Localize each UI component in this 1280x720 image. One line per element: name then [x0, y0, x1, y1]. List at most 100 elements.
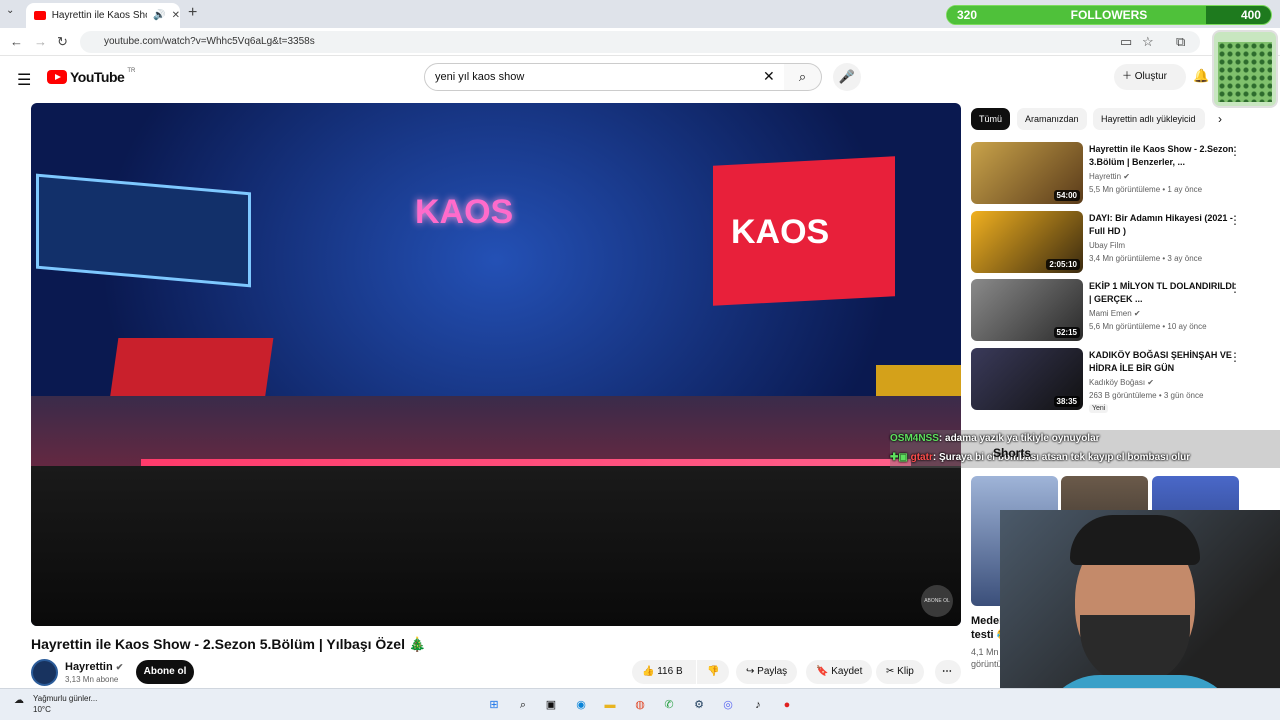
save-button[interactable]: 🔖 Kaydet: [806, 660, 873, 684]
related-channel[interactable]: Hayrettin ✔: [1089, 172, 1130, 181]
address-bar-row: ← → ↻ youtube.com/watch?v=Whhc5Vq6aLg&t=…: [0, 28, 1280, 56]
new-badge: Yeni: [1089, 404, 1109, 413]
duration-badge: 2:05:10: [1046, 259, 1080, 270]
search-button[interactable]: ⌕: [784, 63, 822, 91]
followers-label: FOLLOWERS: [1070, 8, 1148, 22]
url-field[interactable]: youtube.com/watch?v=Whhc5Vq6aLg&t=3358s: [80, 31, 1200, 53]
notifications-bell-icon[interactable]: 🔔: [1193, 68, 1209, 84]
weather-text: Yağmurlu günler...: [33, 694, 98, 703]
chat-message: OSM4NSS: adama yazık ya tikiyle oynuyola…: [890, 433, 1100, 444]
chrome-icon[interactable]: ◍: [631, 696, 649, 714]
channel-name-text: Hayrettin: [65, 661, 113, 673]
extensions-icon[interactable]: ⧉: [1176, 34, 1185, 50]
related-channel-text: Hayrettin: [1089, 172, 1122, 181]
thumbs-down-icon: 👎: [707, 666, 720, 677]
video-player[interactable]: KAOS KAOS ABONE OL: [31, 103, 961, 626]
related-title[interactable]: KADIKÖY BOĞASI ŞEHİNŞAH VE HİDRA İLE BİR…: [1089, 349, 1239, 375]
related-video[interactable]: 52:15 EKİP 1 MİLYON TL DOLANDIRILDI | GE…: [971, 279, 1261, 341]
like-count: 116 B: [657, 666, 683, 677]
logo-region: TR: [127, 68, 136, 74]
tiktok-icon[interactable]: ♪: [749, 696, 767, 714]
hamburger-menu-icon[interactable]: ☰: [17, 70, 31, 90]
chip-uploader[interactable]: Hayrettin adlı yükleyicid: [1093, 108, 1205, 130]
share-button[interactable]: ↪ Paylaş: [736, 660, 798, 684]
related-meta: 263 B görüntüleme • 3 gün önce: [1089, 391, 1204, 400]
search-input[interactable]: yeni yıl kaos show: [424, 63, 786, 91]
related-meta: 5,6 Mn görüntüleme • 10 ay önce: [1089, 322, 1207, 331]
like-button[interactable]: 👍 116 B: [632, 660, 696, 684]
tab-title: Hayrettin ile Kaos Show - 2.: [51, 10, 147, 21]
clear-search-icon[interactable]: ✕: [763, 68, 775, 85]
new-tab-icon[interactable]: +: [188, 4, 197, 22]
back-icon[interactable]: ←: [10, 34, 23, 49]
logo-text: YouTube: [70, 69, 125, 85]
dislike-button[interactable]: 👎: [697, 660, 729, 684]
stage-neon-sign: [36, 173, 251, 288]
voice-search-mic-icon[interactable]: 🎤: [833, 63, 861, 91]
thumbs-up-icon: 👍: [642, 666, 658, 677]
duration-badge: 38:35: [1053, 396, 1080, 407]
chips-next-icon[interactable]: ›: [1218, 112, 1222, 126]
weather-widget[interactable]: ☁ Yağmurlu günler... 10°C: [14, 693, 97, 715]
more-options-icon[interactable]: ⋮: [1229, 281, 1241, 295]
related-channel[interactable]: Kadıköy Boğası ✔: [1089, 378, 1154, 387]
followers-current: 320: [957, 8, 978, 22]
discord-icon[interactable]: ◎: [719, 696, 737, 714]
related-video[interactable]: 2:05:10 DAYI: Bir Adamın Hikayesi (2021 …: [971, 211, 1261, 273]
share-label: Paylaş: [757, 666, 788, 677]
related-title[interactable]: Hayrettin ile Kaos Show - 2.Sezon 3.Bölü…: [1089, 143, 1239, 169]
video-thumbnail[interactable]: 54:00: [971, 142, 1083, 204]
chat-badge-icon: ✚▣: [890, 452, 911, 463]
forward-icon[interactable]: →: [34, 34, 47, 49]
close-tab-icon[interactable]: ✕: [172, 10, 180, 21]
duration-badge: 54:00: [1053, 190, 1080, 201]
video-thumbnail[interactable]: 38:35: [971, 348, 1083, 410]
related-meta: 5,5 Mn görüntüleme • 1 ay önce: [1089, 185, 1203, 194]
video-title: Hayrettin ile Kaos Show - 2.Sezon 5.Bölü…: [31, 636, 427, 652]
related-title[interactable]: EKİP 1 MİLYON TL DOLANDIRILDI | GERÇEK .…: [1089, 280, 1239, 306]
more-actions-icon[interactable]: ⋯: [935, 660, 961, 684]
video-thumbnail[interactable]: 52:15: [971, 279, 1083, 341]
task-view-icon[interactable]: ▣: [542, 696, 560, 714]
verified-icon: ✔: [115, 662, 124, 672]
edge-icon[interactable]: ◉: [572, 696, 590, 714]
related-title[interactable]: DAYI: Bir Adamın Hikayesi (2021 - Full H…: [1089, 212, 1239, 238]
chip-from-search[interactable]: Aramanızdan: [1017, 108, 1087, 130]
audience: [31, 466, 961, 626]
youtube-header: ☰ YouTube TR yeni yıl kaos show ✕ ⌕ 🎤 ＋ …: [0, 56, 1280, 100]
channel-avatar[interactable]: [31, 659, 58, 686]
subscribe-button[interactable]: Abone ol: [136, 660, 194, 684]
file-explorer-icon[interactable]: ▬: [601, 696, 619, 714]
steam-icon[interactable]: ⚙: [690, 696, 708, 714]
channel-name[interactable]: Hayrettin ✔: [65, 661, 123, 673]
browser-tab[interactable]: Hayrettin ile Kaos Show - 2. 🔊 ✕: [26, 3, 180, 28]
cast-icon[interactable]: ▭: [1120, 34, 1132, 50]
more-options-icon[interactable]: ⋮: [1229, 144, 1241, 158]
windows-start-icon[interactable]: ⊞: [485, 696, 503, 714]
verified-icon: ✔: [1123, 172, 1130, 181]
channel-watermark[interactable]: ABONE OL: [921, 585, 953, 617]
verified-icon: ✔: [1133, 309, 1141, 318]
chat-text: : Şuraya bi el bombası atsan tek kayıp e…: [932, 452, 1191, 463]
video-thumbnail[interactable]: 2:05:10: [971, 211, 1083, 273]
plus-icon: ＋: [1122, 71, 1135, 82]
chat-text: : adama yazık ya tikiyle oynuyolar: [938, 433, 1100, 444]
bookmark-star-icon[interactable]: ☆: [1142, 34, 1154, 50]
chat-user: OSM4NSS: [890, 433, 939, 444]
recorder-icon[interactable]: ●: [778, 696, 796, 714]
related-video[interactable]: 38:35 KADIKÖY BOĞASI ŞEHİNŞAH VE HİDRA İ…: [971, 348, 1261, 413]
related-channel[interactable]: Mami Emen ✔: [1089, 309, 1141, 318]
related-video[interactable]: 54:00 Hayrettin ile Kaos Show - 2.Sezon …: [971, 142, 1261, 204]
chip-all[interactable]: Tümü: [971, 108, 1011, 130]
tab-list-chevron-icon[interactable]: ⌄: [6, 5, 14, 16]
more-options-icon[interactable]: ⋮: [1229, 350, 1241, 364]
speaker-icon[interactable]: 🔊: [153, 10, 165, 21]
more-options-icon[interactable]: ⋮: [1229, 213, 1241, 227]
youtube-logo[interactable]: YouTube TR: [47, 68, 136, 85]
reload-icon[interactable]: ↻: [57, 34, 68, 50]
clip-button[interactable]: ✂ Klip: [876, 660, 924, 684]
whatsapp-icon[interactable]: ✆: [660, 696, 678, 714]
search-icon[interactable]: ⌕: [514, 696, 532, 714]
related-channel[interactable]: Ubay Film: [1089, 241, 1125, 250]
create-button[interactable]: ＋ Oluştur: [1114, 64, 1186, 90]
